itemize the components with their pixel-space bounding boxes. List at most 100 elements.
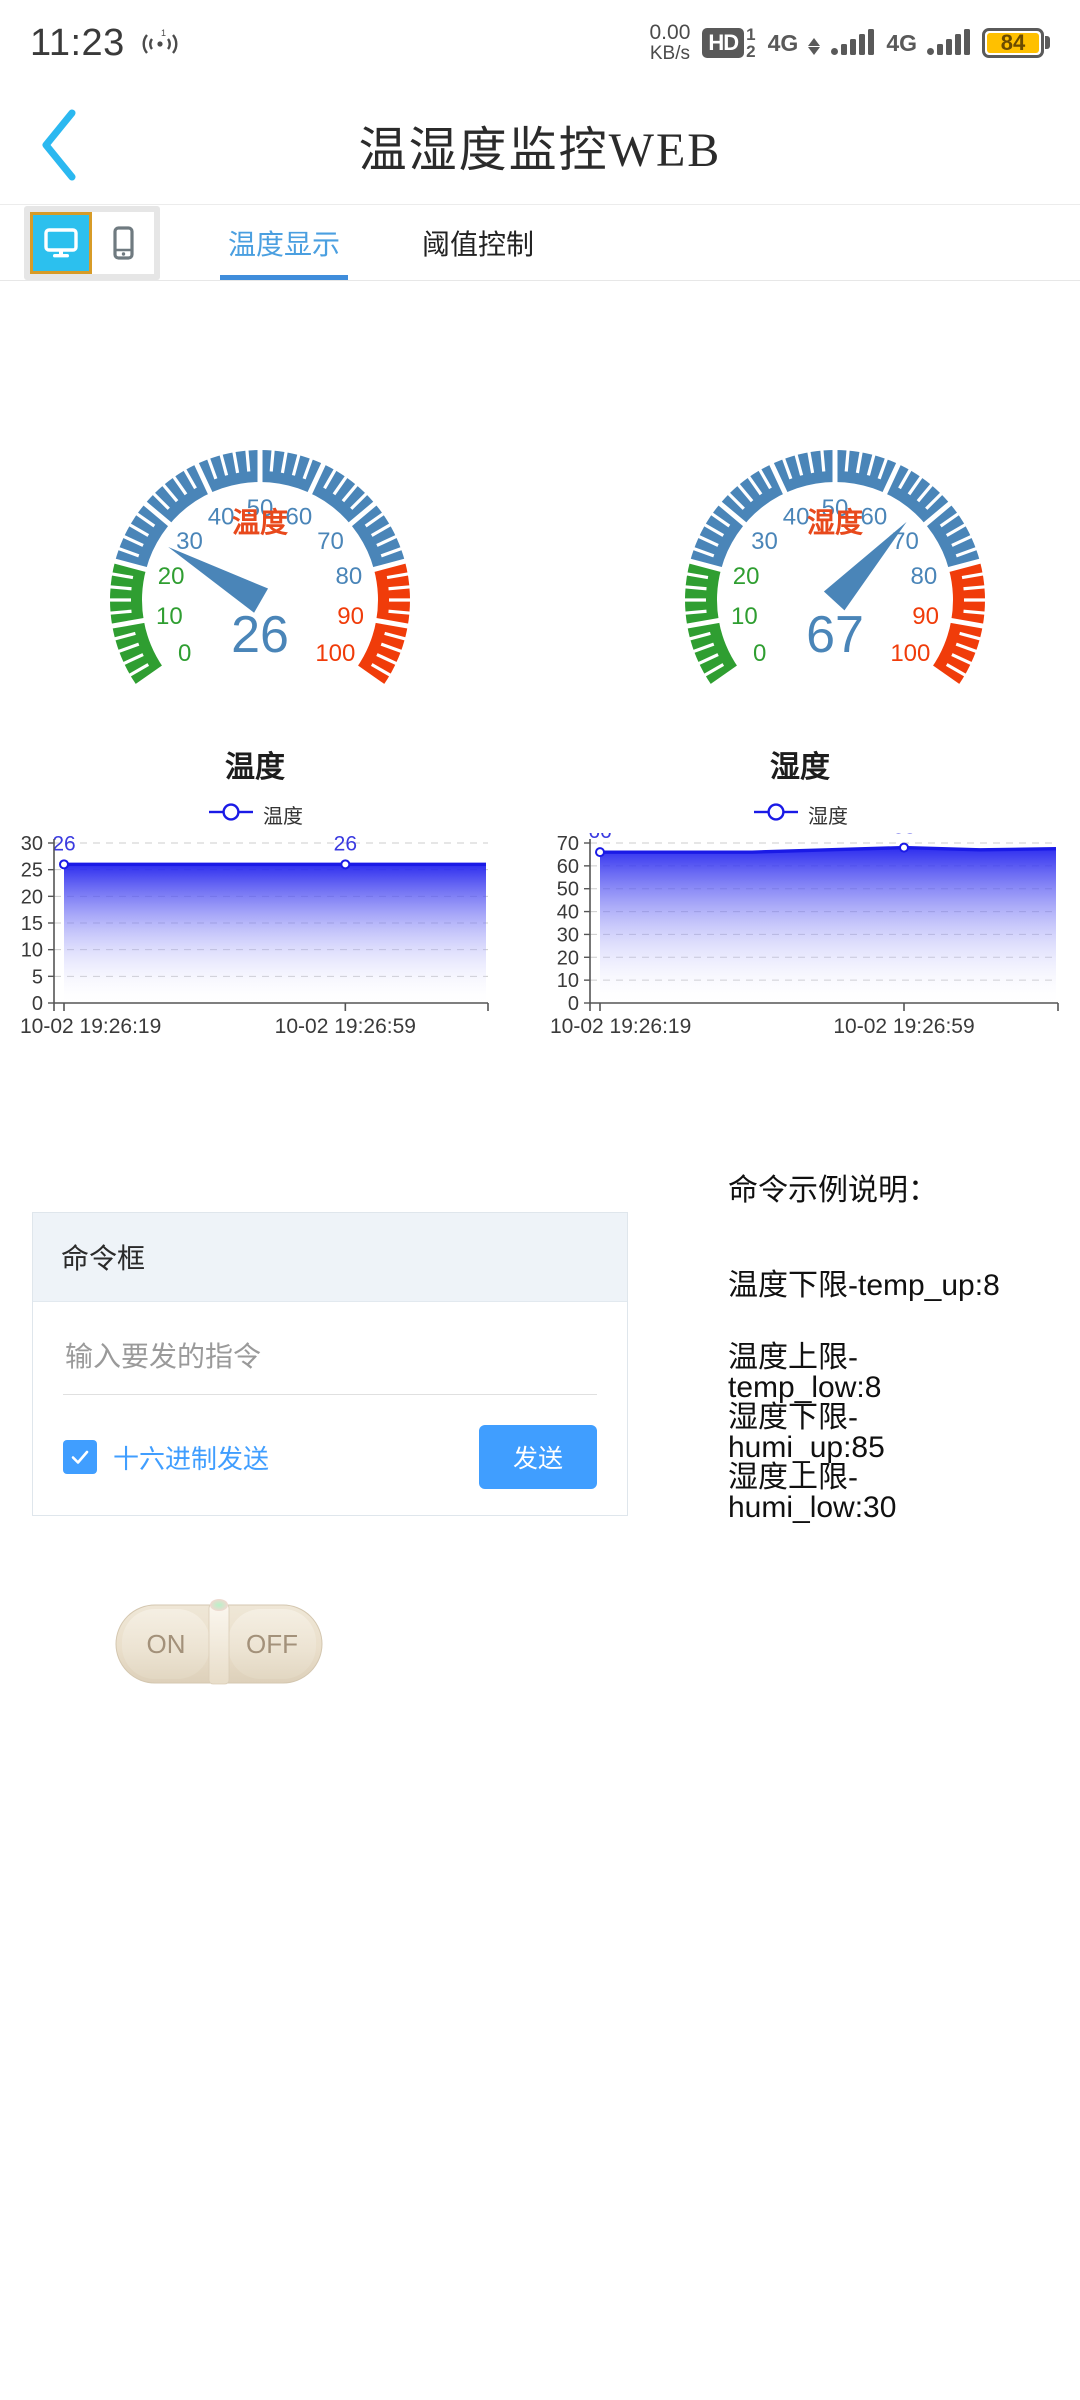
command-help: 命令示例说明： 温度下限-temp_up:8 温度上限- temp_low:8 … [728,1165,1080,1523]
svg-text:60: 60 [861,504,888,531]
sim1-network-label: 4G [768,32,799,55]
gauge-temperature: 0102030405060708090100温度26 [45,375,475,695]
back-button[interactable] [0,86,120,204]
command-help-line: humi_up:85 [728,1433,1080,1463]
command-help-line: 湿度上限- [728,1463,1080,1493]
sim2-network-label: 4G [886,32,917,55]
chart-plot-area: 010203040506070666810-02 19:26:1910-02 1… [520,833,1080,1053]
command-box-title: 命令框 [33,1213,627,1302]
command-help-line: 温度下限-temp_up:8 [728,1271,1080,1301]
svg-text:1: 1 [161,28,166,38]
svg-text:30: 30 [176,528,203,555]
status-clock: 11:23 [30,22,125,65]
svg-text:70: 70 [317,528,344,555]
svg-text:0: 0 [32,993,43,1015]
svg-text:10: 10 [156,603,183,630]
command-help-line: 温度上限- [728,1343,1080,1373]
network-rate: 0.00 KB/s [650,22,691,64]
view-toggle-mobile[interactable] [92,212,154,274]
svg-text:10: 10 [731,603,758,630]
chart-title: 温度 [0,742,510,786]
chart-title: 湿度 [520,742,1080,786]
svg-text:20: 20 [21,886,43,908]
command-help-line: temp_low:8 [728,1373,1080,1403]
command-input[interactable] [63,1332,597,1395]
svg-text:0: 0 [178,640,191,667]
hd-sim-indices: 1 2 [746,26,755,60]
gauge-panel: 0102030405060708090100温度26 0102030405060… [0,375,1080,695]
svg-text:60: 60 [557,856,579,878]
tab-threshold-control[interactable]: 阈值控制 [410,205,546,280]
svg-text:20: 20 [733,563,760,590]
status-bar-left: 11:23 1 [30,22,181,65]
command-box: 命令框 十六进制发送 发送 [32,1212,628,1516]
svg-text:80: 80 [336,563,363,590]
svg-text:15: 15 [21,913,43,935]
tab-temperature-display[interactable]: 温度显示 [216,205,352,280]
mobile-phone-icon [103,223,143,263]
network-rate-value: 0.00 [650,22,691,44]
command-help-line: humi_low:30 [728,1493,1080,1523]
chart-humidity: 湿度 湿度 010203040506070666810-02 19:26:191… [520,720,1080,1060]
svg-text:40: 40 [208,504,235,531]
svg-text:50: 50 [557,879,579,901]
svg-text:湿度: 湿度 [807,507,863,539]
svg-text:10-02 19:26:19: 10-02 19:26:19 [550,1015,691,1038]
page-title: 温湿度监控WEB [0,110,1080,180]
svg-text:26: 26 [52,833,75,855]
svg-text:10-02 19:26:59: 10-02 19:26:59 [275,1015,416,1038]
tab-strip: 温度显示 阈值控制 [0,205,1080,281]
svg-text:10-02 19:26:19: 10-02 19:26:19 [20,1015,161,1038]
command-box-actions: 十六进制发送 发送 [63,1425,597,1489]
svg-text:30: 30 [557,924,579,946]
view-toggle-desktop[interactable] [30,212,92,274]
rocker-off-label: OFF [246,1629,298,1659]
svg-text:40: 40 [783,504,810,531]
checkbox-checked-icon [63,1440,97,1474]
app-header: 温湿度监控WEB [0,86,1080,205]
tab-label: 阈值控制 [422,223,534,263]
tab-label: 温度显示 [228,223,340,263]
status-bar-right: 0.00 KB/s HD 1 2 4G 4G [650,22,1051,64]
svg-text:30: 30 [751,528,778,555]
desktop-monitor-icon [41,223,81,263]
svg-text:60: 60 [286,504,313,531]
back-chevron-icon [38,107,82,183]
svg-text:67: 67 [806,606,864,664]
hex-send-checkbox[interactable]: 十六进制发送 [63,1439,269,1476]
tab-list: 温度显示 阈值控制 [216,205,604,280]
legend-marker-icon [207,802,255,828]
command-help-line: 湿度下限- [728,1403,1080,1433]
signal-bars-icon [927,31,970,55]
svg-text:20: 20 [158,563,185,590]
svg-text:26: 26 [231,606,289,664]
svg-text:10: 10 [21,940,43,962]
send-button[interactable]: 发送 [479,1425,597,1489]
svg-text:10: 10 [557,970,579,992]
svg-text:80: 80 [911,563,938,590]
legend-label: 湿度 [808,800,848,829]
svg-text:68: 68 [892,833,915,839]
svg-text:26: 26 [334,833,357,855]
hex-send-label: 十六进制发送 [113,1439,269,1476]
signal-sim2: 4G [886,31,970,55]
view-mode-toggle [24,206,160,280]
svg-text:40: 40 [557,902,579,924]
svg-text:100: 100 [315,640,355,667]
battery-percent: 84 [987,33,1039,53]
hd-sim-1: 1 [746,26,755,43]
legend-label: 温度 [263,800,303,829]
legend-marker-icon [752,802,800,828]
command-box-body: 十六进制发送 发送 [33,1302,627,1515]
chart-temperature: 温度 温度 051015202530262610-02 19:26:1910-0… [0,720,510,1060]
screen-cast-icon: 1 [139,27,181,59]
signal-sim1: 4G [768,31,875,55]
battery-icon: 84 [982,28,1050,58]
chart-plot-area: 051015202530262610-02 19:26:1910-02 19:2… [0,833,510,1053]
svg-text:30: 30 [21,833,43,855]
svg-text:25: 25 [21,860,43,882]
svg-text:100: 100 [890,640,930,667]
on-off-rocker-switch[interactable]: ON OFF [113,1595,325,1690]
hd-sim-2: 2 [746,43,755,60]
chart-legend: 温度 [0,800,510,829]
